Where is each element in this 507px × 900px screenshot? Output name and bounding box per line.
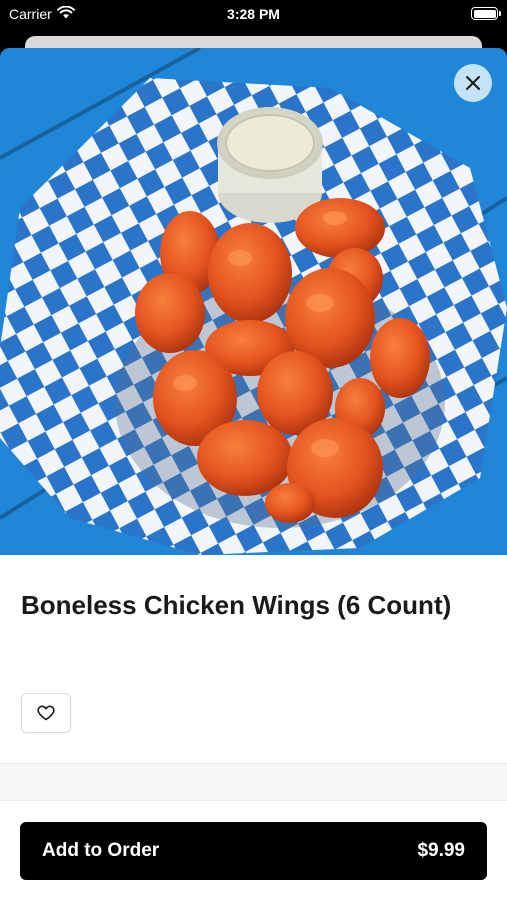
add-to-order-label: Add to Order bbox=[42, 840, 160, 861]
section-divider bbox=[0, 763, 507, 801]
item-photo bbox=[0, 48, 507, 555]
heart-icon bbox=[37, 705, 55, 721]
favorite-button[interactable] bbox=[21, 693, 71, 733]
battery-icon bbox=[471, 7, 501, 20]
item-detail-sheet: Boneless Chicken Wings (6 Count) Add to … bbox=[0, 48, 507, 900]
add-to-order-button[interactable]: Add to Order $9.99 bbox=[20, 822, 487, 880]
close-icon bbox=[466, 76, 480, 90]
status-time: 3:28 PM bbox=[227, 6, 280, 22]
close-button[interactable] bbox=[454, 64, 492, 102]
item-title: Boneless Chicken Wings (6 Count) bbox=[21, 590, 452, 620]
status-bar: Carrier 3:28 PM bbox=[0, 0, 507, 28]
price-label: $9.99 bbox=[417, 840, 465, 861]
